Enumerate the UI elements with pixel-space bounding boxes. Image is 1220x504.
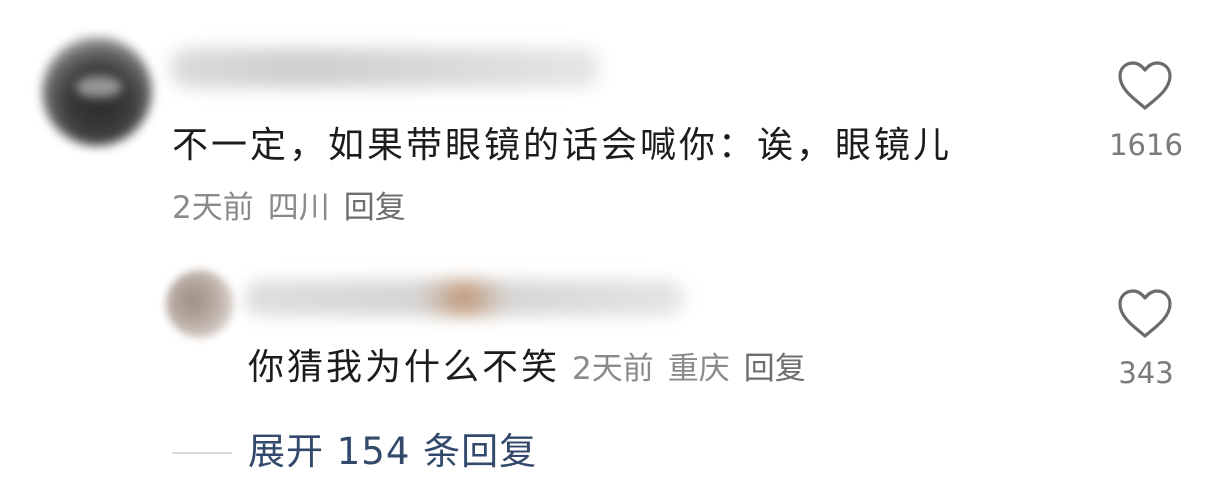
comment-text: 不一定，如果带眼镜的话会喊你：诶，眼镜儿 — [172, 125, 953, 166]
reply-button[interactable]: 回复 — [344, 190, 406, 226]
avatar[interactable] — [42, 36, 152, 146]
reply-username-blurred[interactable] — [244, 280, 684, 316]
comment-time: 2天前 — [172, 190, 254, 226]
reply-avatar[interactable] — [166, 270, 234, 338]
expand-replies-button[interactable]: 展开 154 条回复 — [248, 428, 537, 476]
reply-like-count: 343 — [1118, 356, 1174, 390]
reply-location: 重庆 — [667, 351, 730, 387]
reply-row: 你猜我为什么不笑 2天前 重庆 回复 — [248, 344, 820, 398]
divider — [172, 452, 232, 454]
reply-text: 你猜我为什么不笑 — [248, 347, 561, 388]
username-blurred[interactable] — [170, 48, 600, 88]
comment-meta: 2天前 四川 回复 — [172, 186, 420, 230]
like-count: 1616 — [1109, 128, 1183, 162]
heart-outline-icon[interactable] — [1116, 288, 1174, 340]
reply-time: 2天前 — [572, 351, 654, 387]
heart-outline-icon[interactable] — [1116, 60, 1174, 112]
comment-location: 四川 — [267, 190, 330, 226]
reply-reply-button[interactable]: 回复 — [744, 351, 806, 387]
